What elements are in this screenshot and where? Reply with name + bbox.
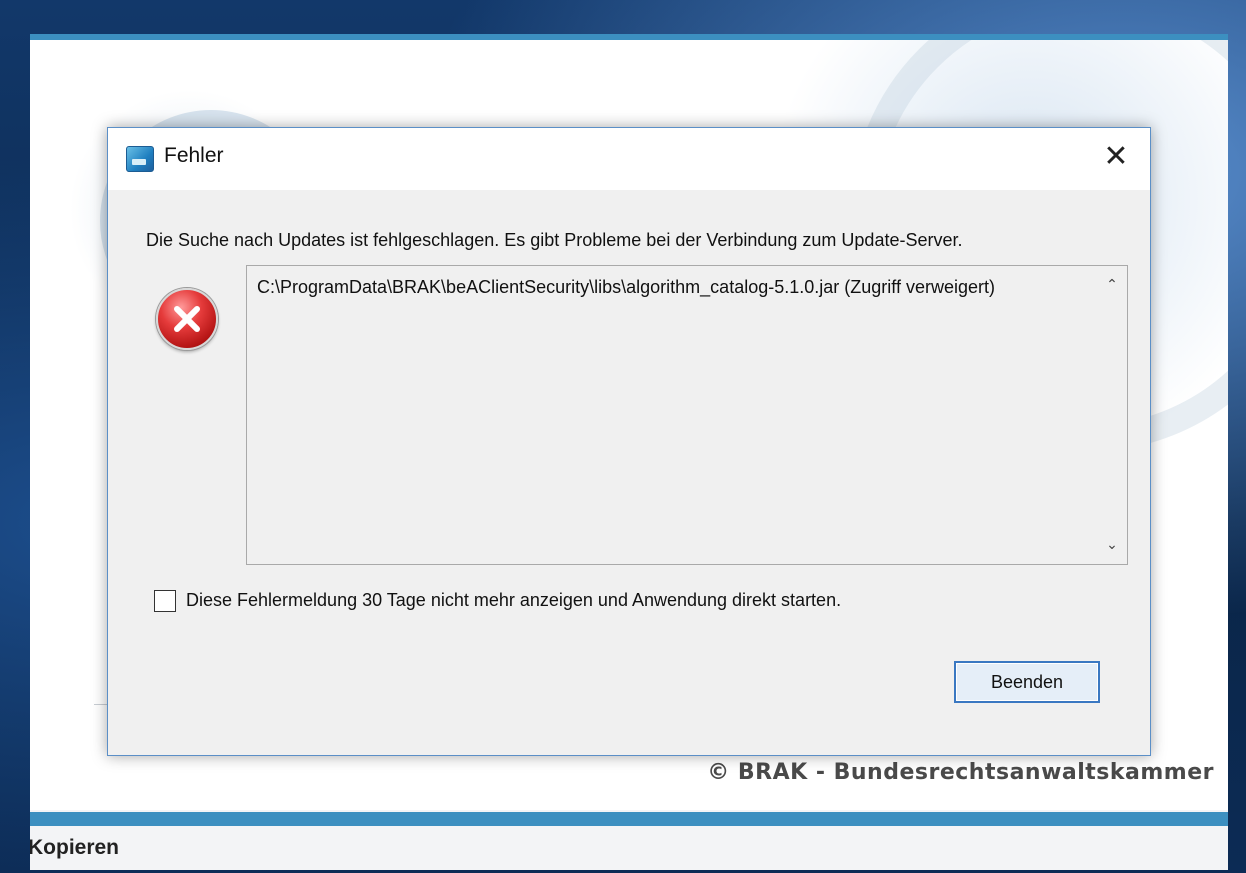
error-message: Die Suche nach Updates ist fehlgeschlage…: [146, 230, 963, 250]
close-icon: ✕: [1103, 139, 1129, 174]
error-dialog: Fehler ✕ Die Suche nach Updates ist fehl…: [107, 127, 1151, 756]
dialog-titlebar[interactable]: Fehler ✕: [108, 128, 1150, 190]
splash-progress-bar: [30, 812, 1228, 826]
suppress-error-checkbox[interactable]: [154, 590, 176, 612]
details-scrollbar[interactable]: ⌃ ⌄: [1097, 266, 1127, 564]
chevron-down-icon: ⌄: [1106, 537, 1118, 553]
error-details-text: C:\ProgramData\BRAK\beAClientSecurity\li…: [257, 277, 995, 297]
dialog-title: Fehler: [164, 144, 224, 167]
status-label: Kopieren: [30, 836, 120, 859]
chevron-up-icon: ⌃: [1106, 277, 1118, 293]
copyright-text: © BRAK - Bundesrechtsanwaltskammer: [707, 760, 1214, 785]
app-icon: [126, 146, 154, 172]
error-icon: [156, 288, 218, 350]
suppress-error-label[interactable]: Diese Fehlermeldung 30 Tage nicht mehr a…: [186, 590, 841, 611]
beenden-button[interactable]: Beenden: [954, 661, 1100, 703]
scroll-up-button[interactable]: ⌃: [1097, 270, 1127, 300]
close-button[interactable]: ✕: [1100, 140, 1132, 174]
error-details-textarea[interactable]: C:\ProgramData\BRAK\beAClientSecurity\li…: [246, 265, 1128, 565]
scroll-down-button[interactable]: ⌄: [1097, 530, 1127, 560]
